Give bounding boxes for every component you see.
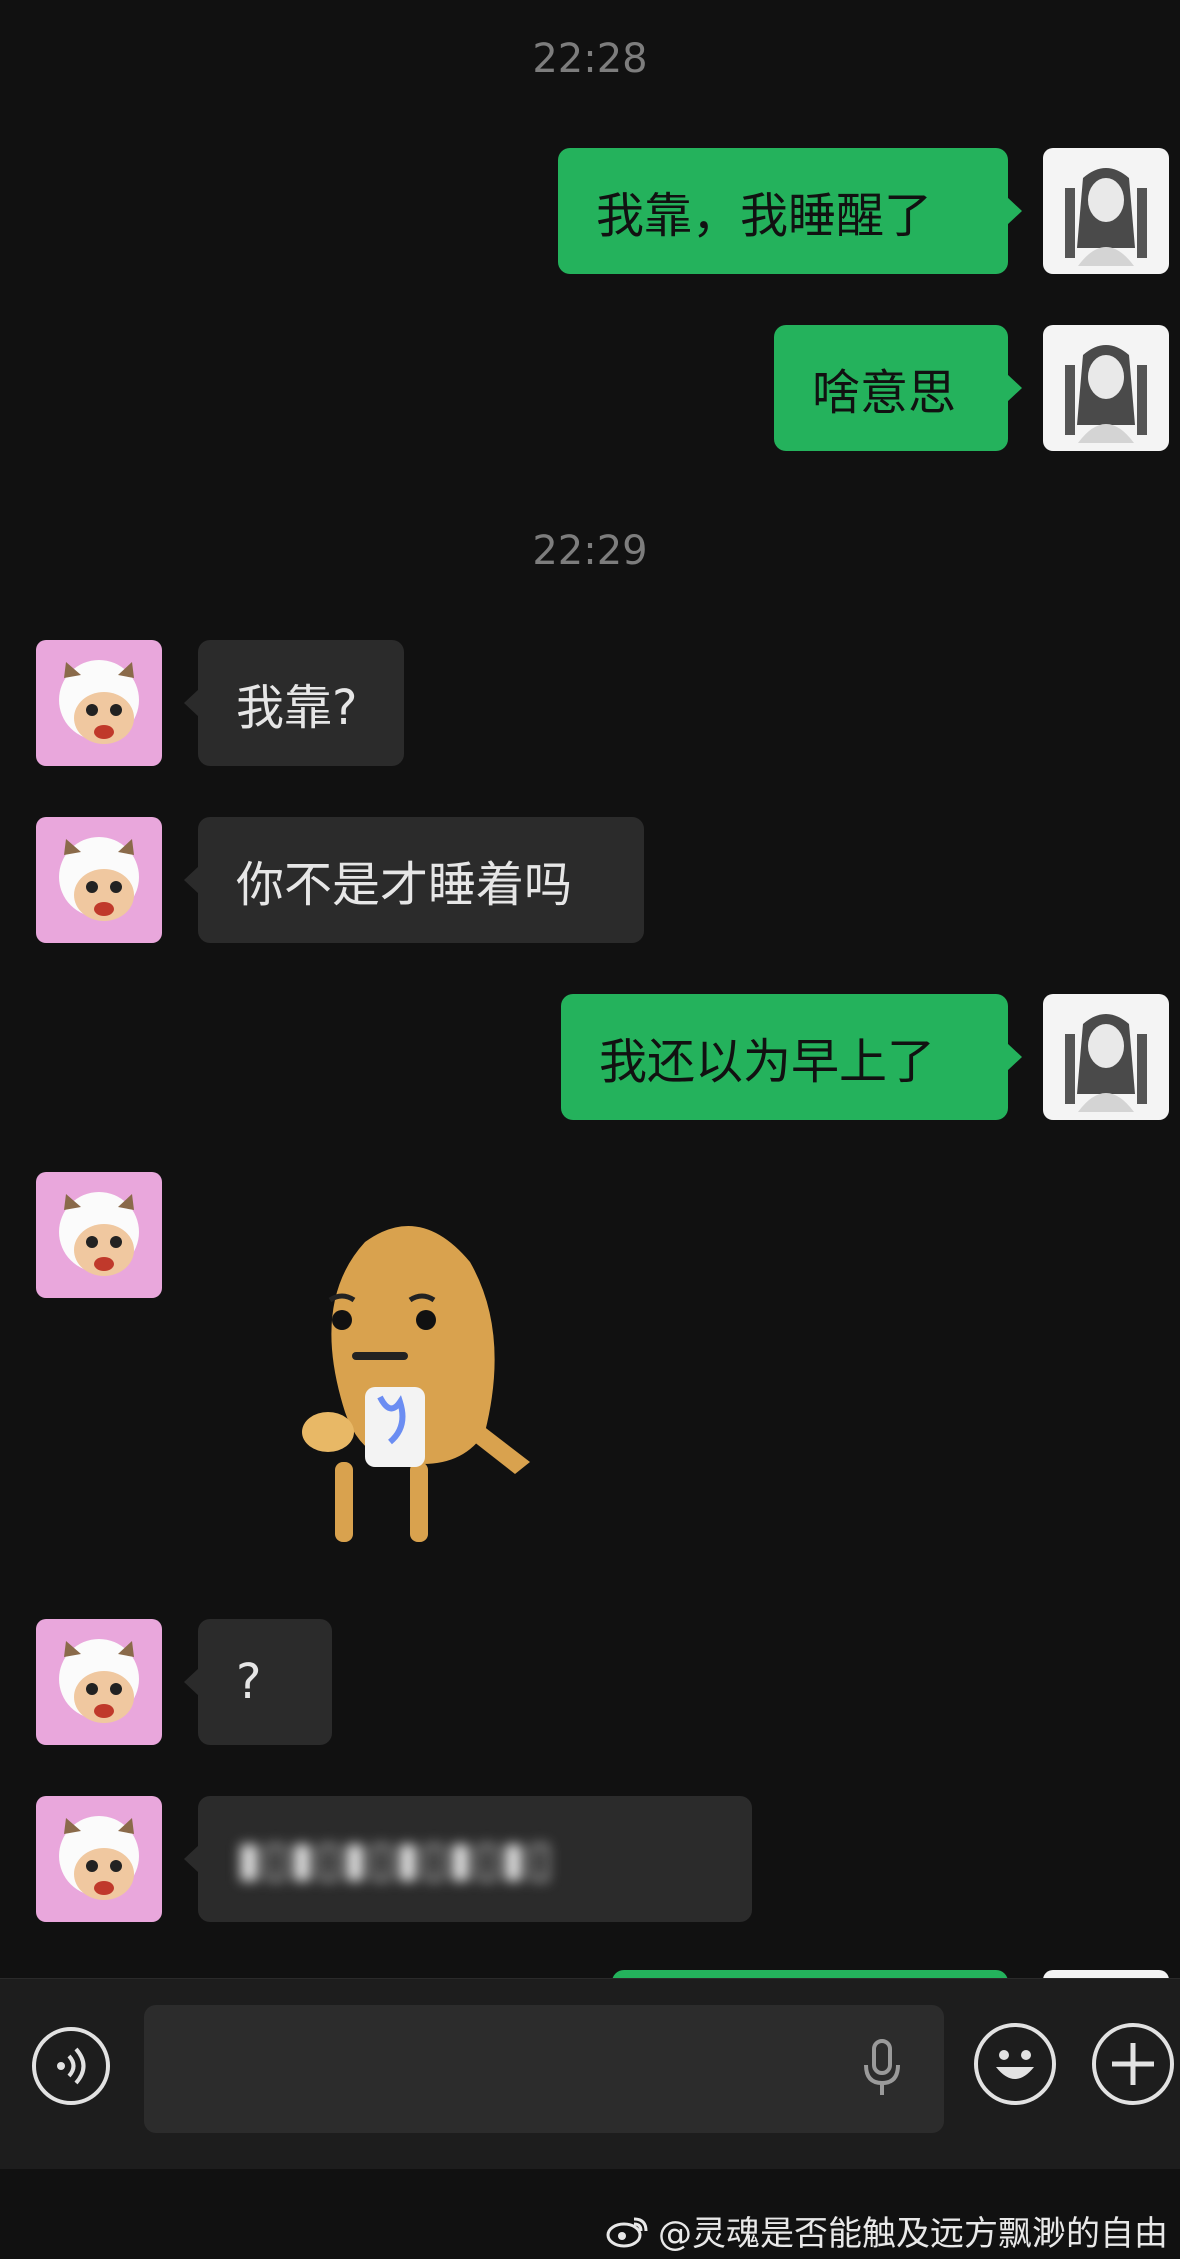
timestamp: 22:28 [532,36,648,82]
message-input[interactable] [144,2005,944,2133]
voice-toggle-icon [57,2047,86,2085]
contact-avatar[interactable] [36,817,162,943]
plus-button[interactable] [1092,2023,1174,2105]
voice-toggle-button[interactable] [32,2027,110,2105]
microphone-icon[interactable] [862,2039,902,2099]
message-bubble-outgoing[interactable]: 啥意思 [774,325,1022,451]
message-text: 我靠? [236,680,358,736]
weibo-logo-icon [606,2217,648,2247]
message-bubble-incoming[interactable]: ? [184,1619,332,1745]
contact-avatar[interactable] [36,1619,162,1745]
plus-icon [1112,2043,1154,2085]
watermark: @灵魂是否能触及远方飘渺的自由 [606,2206,1168,2255]
message-bubble-outgoing[interactable]: 我靠，我睡醒了 [558,148,1022,274]
watermark-text: @灵魂是否能触及远方飘渺的自由 [658,2214,1168,2254]
message-text: 啥意思 [812,365,957,421]
message-bubble-incoming[interactable]: 我靠? [184,640,404,766]
my-avatar[interactable] [1043,994,1169,1120]
blurred-message-text: ▮▯▮▯▮▯▮▯▮▯▮▯ [236,1831,553,1887]
my-avatar[interactable] [1043,325,1169,451]
contact-avatar[interactable] [36,1796,162,1922]
message-bubble-incoming[interactable]: ▮▯▮▯▮▯▮▯▮▯▮▯ [184,1796,752,1922]
emoji-icon [996,2050,1034,2079]
timestamp: 22:29 [532,528,648,574]
emoji-button[interactable] [974,2023,1056,2105]
contact-avatar[interactable] [36,640,162,766]
message-text: 你不是才睡着吗 [236,857,573,913]
message-text: 我靠，我睡醒了 [596,188,933,244]
message-bubble-outgoing[interactable]: 我还以为早上了 [561,994,1022,1120]
chat-input-bar [0,1978,1180,2169]
message-text: ? [236,1654,262,1710]
message-text: 我还以为早上了 [599,1034,936,1090]
contact-avatar[interactable] [36,1172,162,1298]
potato-drinking-sticker[interactable] [270,1212,540,1542]
my-avatar[interactable] [1043,148,1169,274]
message-bubble-incoming[interactable]: 你不是才睡着吗 [184,817,644,943]
